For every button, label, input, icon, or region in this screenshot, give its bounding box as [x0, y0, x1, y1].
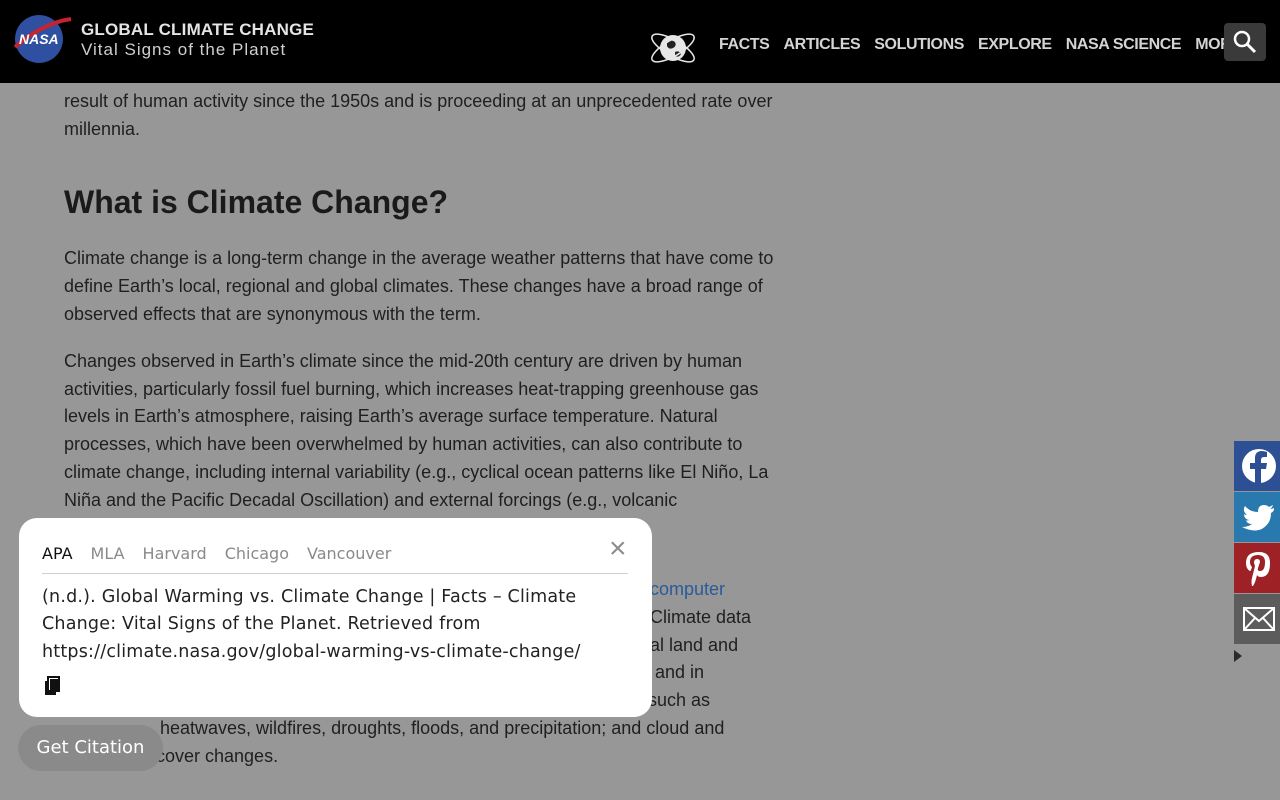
tab-chicago[interactable]: Chicago — [225, 544, 289, 563]
nav-facts[interactable]: FACTS — [719, 36, 770, 54]
article-body: (0.36 degrees Fahrenheit) per decade. Th… — [64, 60, 784, 534]
share-collapse-toggle[interactable] — [1234, 650, 1242, 662]
citation-popup: APA MLA Harvard Chicago Vancouver × (n.d… — [19, 518, 652, 717]
para3-line-6: cover changes. — [156, 745, 279, 766]
copy-icon[interactable] — [43, 676, 63, 696]
paragraph-1: Climate change is a long-term change in … — [64, 248, 774, 324]
tab-apa[interactable]: APA — [42, 544, 73, 563]
para3-line-5: heatwaves, wildfires, droughts, floods, … — [160, 717, 725, 738]
citation-text: (n.d.). Global Warming vs. Climate Chang… — [42, 587, 581, 662]
share-twitter[interactable] — [1234, 492, 1280, 542]
nav-solutions[interactable]: SOLUTIONS — [874, 36, 964, 54]
computer-link[interactable]: computer — [650, 579, 725, 599]
tab-harvard[interactable]: Harvard — [143, 544, 207, 563]
email-icon — [1243, 607, 1275, 631]
facebook-icon — [1242, 449, 1276, 485]
paragraph-2: Changes observed in Earth’s climate sinc… — [64, 350, 769, 510]
nav-nasa-science[interactable]: NASA SCIENCE — [1066, 36, 1182, 54]
share-pinterest[interactable] — [1234, 543, 1280, 593]
svg-text:NASA: NASA — [19, 31, 59, 47]
share-facebook[interactable] — [1234, 441, 1280, 491]
citation-tabs: APA MLA Harvard Chicago Vancouver — [42, 544, 409, 563]
main-nav: FACTS ARTICLES SOLUTIONS EXPLORE NASA SC… — [719, 36, 1256, 54]
tab-mla[interactable]: MLA — [91, 544, 125, 563]
twitter-icon — [1242, 505, 1274, 531]
tab-vancouver[interactable]: Vancouver — [307, 544, 391, 563]
close-icon[interactable]: × — [609, 532, 627, 566]
search-button[interactable] — [1224, 23, 1266, 61]
nav-articles[interactable]: ARTICLES — [783, 36, 860, 54]
globe-icon[interactable] — [647, 24, 699, 72]
search-icon — [1233, 30, 1257, 54]
site-title[interactable]: GLOBAL CLIMATE CHANGE — [81, 20, 314, 40]
nav-explore[interactable]: EXPLORE — [978, 36, 1052, 54]
tab-divider — [42, 573, 628, 574]
get-citation-button[interactable]: Get Citation — [18, 725, 163, 771]
site-header: NASA GLOBAL CLIMATE CHANGE Vital Signs o… — [0, 0, 1280, 83]
nasa-logo[interactable]: NASA — [13, 13, 73, 65]
pinterest-icon — [1246, 552, 1270, 586]
site-subtitle[interactable]: Vital Signs of the Planet — [81, 40, 286, 60]
share-email[interactable] — [1234, 594, 1280, 644]
section-heading: What is Climate Change? — [64, 184, 449, 221]
